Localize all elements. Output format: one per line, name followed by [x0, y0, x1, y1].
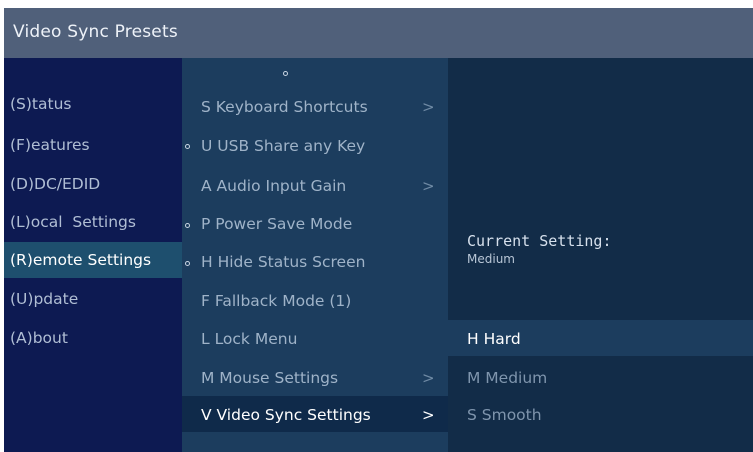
- submenu-chevron-icon: >: [422, 98, 435, 116]
- remote-item-audio-input-gain[interactable]: A Audio Input Gain: [201, 177, 346, 195]
- menu-item-about[interactable]: (A)bout: [10, 329, 68, 347]
- sync-option-medium[interactable]: M Medium: [467, 369, 547, 387]
- sync-option-smooth[interactable]: S Smooth: [467, 406, 542, 424]
- remote-item-power-save-mode[interactable]: P Power Save Mode: [201, 215, 352, 233]
- remote-item-lock-menu[interactable]: L Lock Menu: [201, 330, 297, 348]
- remote-item-mouse-settings[interactable]: M Mouse Settings: [201, 369, 338, 387]
- submenu-chevron-icon: >: [422, 177, 435, 195]
- menu-item-status[interactable]: (S)tatus: [10, 95, 72, 113]
- submenu-chevron-icon: >: [422, 406, 435, 424]
- remote-item-usb-share-any-key[interactable]: U USB Share any Key: [201, 137, 365, 155]
- menu-item-remote-settings[interactable]: (R)emote Settings: [10, 251, 151, 269]
- menu-item-features[interactable]: (F)eatures: [10, 136, 90, 154]
- remote-item-keyboard-shortcuts[interactable]: S Keyboard Shortcuts: [201, 98, 368, 116]
- menu-item-local-settings[interactable]: (L)ocal Settings: [10, 213, 136, 231]
- option-marker-icon: [185, 261, 190, 266]
- current-setting-value: Medium: [467, 252, 515, 266]
- submenu-chevron-icon: >: [422, 369, 435, 387]
- remote-item-fallback-mode[interactable]: F Fallback Mode (1): [201, 292, 351, 310]
- remote-item-video-sync-settings[interactable]: V Video Sync Settings: [201, 406, 371, 424]
- remote-item-hide-status-screen[interactable]: H Hide Status Screen: [201, 253, 365, 271]
- menu-item-ddc-edid[interactable]: (D)DC/EDID: [10, 175, 100, 193]
- option-marker-icon: [185, 223, 190, 228]
- title-bar: Video Sync Presets: [4, 8, 753, 58]
- menu-item-update[interactable]: (U)pdate: [10, 290, 78, 308]
- option-marker-icon: [185, 144, 190, 149]
- current-setting-label: Current Setting:: [467, 232, 612, 250]
- scroll-up-indicator-icon: [283, 71, 288, 76]
- video-sync-presets-screen: Video Sync Presets (S)tatus (F)eatures (…: [0, 0, 753, 452]
- window-title: Video Sync Presets: [13, 22, 178, 42]
- sync-option-hard[interactable]: H Hard: [467, 330, 521, 348]
